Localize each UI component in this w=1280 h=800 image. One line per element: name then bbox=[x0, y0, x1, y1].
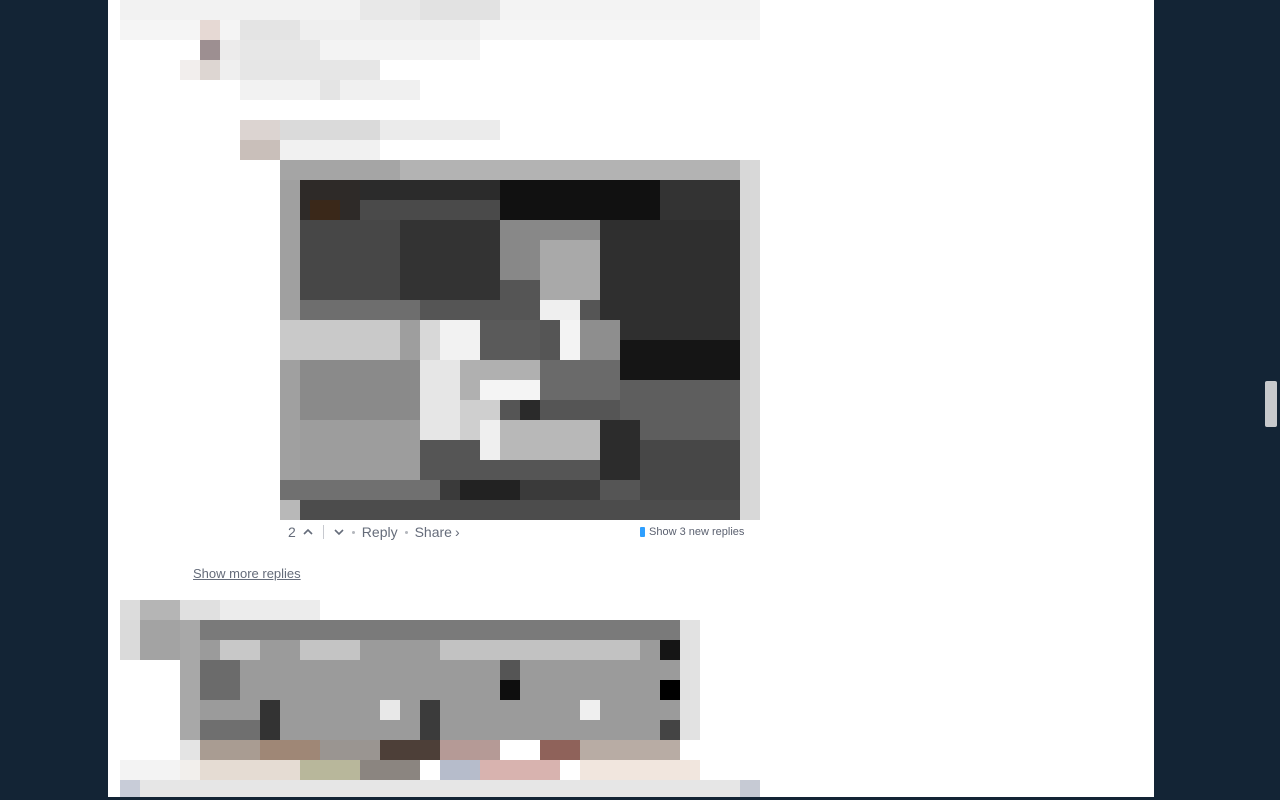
pixelated-comment-header-top bbox=[120, 0, 760, 40]
dot-separator bbox=[351, 530, 355, 534]
chevron-right-icon: › bbox=[454, 524, 460, 540]
pixelated-reply-header bbox=[240, 120, 510, 160]
vote-separator bbox=[322, 525, 324, 539]
blue-dot-icon bbox=[640, 527, 645, 537]
pixelated-avatar-small bbox=[180, 40, 480, 100]
show-new-replies-button[interactable]: Show 3 new replies bbox=[640, 526, 744, 538]
show-more-replies-link[interactable]: Show more replies bbox=[193, 566, 301, 581]
share-label: Share bbox=[414, 524, 452, 540]
chevron-up-icon[interactable] bbox=[302, 526, 314, 538]
vote-count: 2 bbox=[288, 524, 296, 540]
show-new-replies-label: Show 3 new replies bbox=[649, 526, 745, 538]
reply-button[interactable]: Reply bbox=[362, 524, 398, 540]
content-column: 2 Reply Share › Show 3 new replies Show m… bbox=[108, 0, 1154, 797]
scrollbar-thumb[interactable] bbox=[1265, 381, 1277, 427]
share-button[interactable]: Share › bbox=[415, 524, 460, 540]
reply-image[interactable] bbox=[280, 160, 760, 520]
chevron-down-icon[interactable] bbox=[333, 526, 345, 538]
pixelated-next-comment-image[interactable] bbox=[120, 620, 760, 797]
dot-separator bbox=[404, 530, 408, 534]
